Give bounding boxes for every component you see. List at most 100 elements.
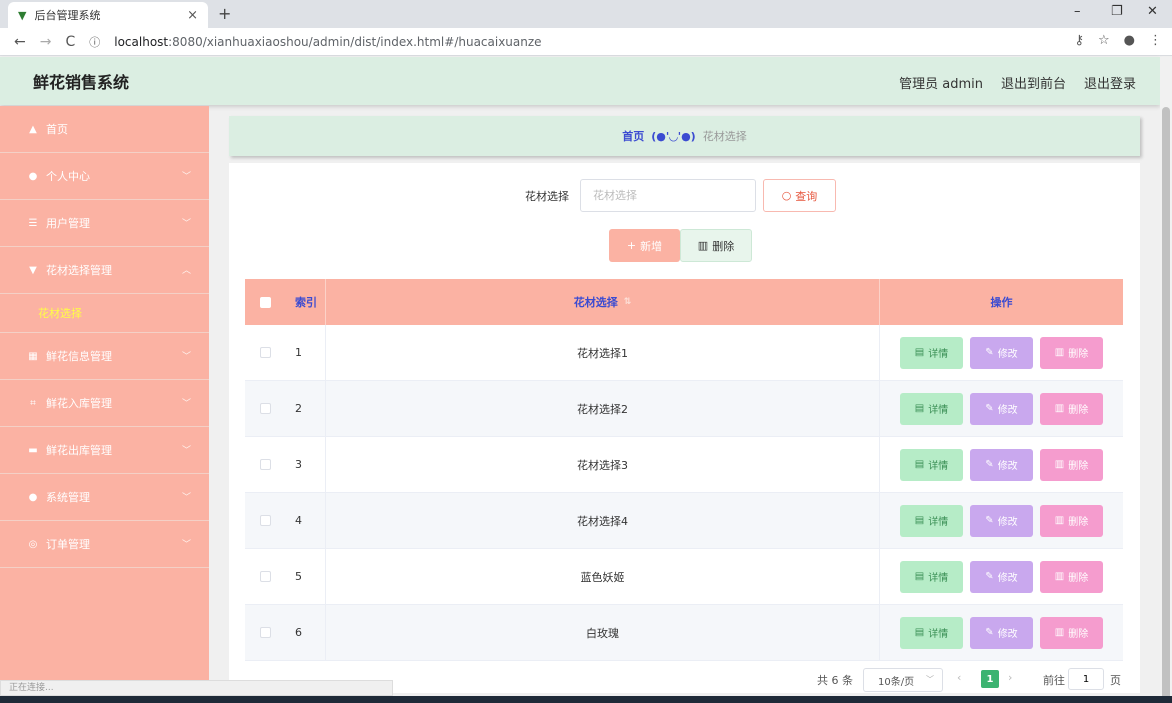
sidebar-subitem-material[interactable]: 花材选择 xyxy=(0,294,209,333)
row-checkbox[interactable] xyxy=(259,347,271,358)
detail-button[interactable]: ▤ 详情 xyxy=(900,616,963,649)
search-button[interactable]: ○ 查询 xyxy=(763,179,836,212)
detail-button[interactable]: ▤ 详情 xyxy=(900,448,963,481)
sidebar-item-system[interactable]: ● 系统管理 ﹀ xyxy=(0,474,209,521)
address-bar: ← → C ⓘ localhost:8080/xianhuaxiaoshou/a… xyxy=(0,28,1172,56)
header-name[interactable]: 花材选择 ⇅ xyxy=(326,279,880,325)
row-checkbox[interactable] xyxy=(259,515,271,526)
browser-tab[interactable]: ▼ 后台管理系统 × xyxy=(8,2,208,28)
close-icon[interactable]: × xyxy=(187,8,198,23)
scroll-thumb[interactable] xyxy=(1162,107,1170,703)
batch-delete-button[interactable]: ▥ 删除 xyxy=(680,229,752,262)
row-checkbox[interactable] xyxy=(259,459,271,470)
add-button[interactable]: + 新增 xyxy=(609,229,680,262)
table-header: 索引 花材选择 ⇅ 操作 xyxy=(245,279,1123,325)
chevron-down-icon: ﹀ xyxy=(181,399,191,409)
pagination-total: 共 6 条 xyxy=(817,674,853,687)
sidebar-item-stock-out[interactable]: ▬ 鲜花出库管理 ﹀ xyxy=(0,427,209,474)
trash-icon: ▥ xyxy=(1054,627,1065,638)
forward-icon[interactable]: → xyxy=(40,34,52,50)
edit-button[interactable]: ✎ 修改 xyxy=(970,392,1033,425)
sidebar-item-orders[interactable]: ◎ 订单管理 ﹀ xyxy=(0,521,209,568)
pencil-icon: ✎ xyxy=(985,571,994,582)
trash-icon: ▥ xyxy=(1054,515,1065,526)
goto-page-input[interactable] xyxy=(1068,668,1104,690)
home-icon: ▲ xyxy=(29,123,37,135)
trash-icon: ▥ xyxy=(1054,571,1065,582)
row-index: 3 xyxy=(285,437,326,492)
delete-button[interactable]: ▥ 删除 xyxy=(1040,392,1103,425)
edit-button[interactable]: ✎ 修改 xyxy=(970,504,1033,537)
sidebar-item-users[interactable]: ☰ 用户管理 ﹀ xyxy=(0,200,209,247)
row-checkbox[interactable] xyxy=(259,571,271,582)
edit-button[interactable]: ✎ 修改 xyxy=(970,560,1033,593)
detail-button[interactable]: ▤ 详情 xyxy=(900,336,963,369)
doc-icon: ▤ xyxy=(914,571,925,582)
sidebar-item-home[interactable]: ▲ 首页 xyxy=(0,106,209,153)
sidebar: ▲ 首页 ● 个人中心 ﹀ ☰ 用户管理 ﹀ ▼ 花材选择管理 ︿ 花材选择 ▦… xyxy=(0,106,209,703)
reload-icon[interactable]: C xyxy=(65,34,75,50)
pencil-icon: ✎ xyxy=(985,515,994,526)
new-tab-icon[interactable]: + xyxy=(218,4,231,23)
edit-button[interactable]: ✎ 修改 xyxy=(970,448,1033,481)
tab-title: 后台管理系统 xyxy=(34,9,101,22)
menu-dots-icon[interactable]: ⋮ xyxy=(1149,33,1162,48)
delete-button[interactable]: ▥ 删除 xyxy=(1040,336,1103,369)
chevron-down-icon: ﹀ xyxy=(181,352,191,362)
url-field[interactable]: localhost:8080/xianhuaxiaoshou/admin/dis… xyxy=(114,35,541,49)
sidebar-item-profile[interactable]: ● 个人中心 ﹀ xyxy=(0,153,209,200)
pencil-icon: ✎ xyxy=(985,459,994,470)
exit-to-front-link[interactable]: 退出到前台 xyxy=(1001,73,1066,92)
vue-logo-icon: ▼ xyxy=(18,8,27,22)
current-page[interactable]: 1 xyxy=(981,670,999,688)
breadcrumb-home[interactable]: 首页 xyxy=(622,128,644,144)
delete-button[interactable]: ▥ 删除 xyxy=(1040,616,1103,649)
page-size-select[interactable]: 10条/页 ﹀ xyxy=(863,668,943,692)
pencil-icon: ✎ xyxy=(985,403,994,414)
minimize-icon[interactable]: – xyxy=(1074,4,1081,19)
row-checkbox[interactable] xyxy=(259,627,271,638)
search-input[interactable] xyxy=(580,179,756,212)
restore-icon[interactable]: ❐ xyxy=(1111,4,1123,19)
info-icon[interactable]: ⓘ xyxy=(89,34,100,50)
detail-button[interactable]: ▤ 详情 xyxy=(900,392,963,425)
row-index: 5 xyxy=(285,549,326,604)
grid-icon: ▦ xyxy=(28,350,38,362)
browser-tabbar: ▼ 后台管理系统 × + – ❐ ✕ xyxy=(0,0,1172,28)
window-close-icon[interactable]: ✕ xyxy=(1147,4,1158,19)
delete-button[interactable]: ▥ 删除 xyxy=(1040,560,1103,593)
pencil-icon: ✎ xyxy=(985,627,994,638)
chevron-up-icon: ︿ xyxy=(181,266,191,276)
detail-button[interactable]: ▤ 详情 xyxy=(900,504,963,537)
table-row: 2 花材选择2 ▤ 详情 ✎ 修改 ▥ 删除 xyxy=(245,381,1123,437)
taskbar xyxy=(0,696,1172,703)
row-index: 4 xyxy=(285,493,326,548)
detail-button[interactable]: ▤ 详情 xyxy=(900,560,963,593)
search-label: 花材选择 xyxy=(525,190,569,203)
scrollbar[interactable] xyxy=(1160,57,1172,703)
sidebar-item-material[interactable]: ▼ 花材选择管理 ︿ xyxy=(0,247,209,294)
user-icon: ● xyxy=(28,170,38,182)
prev-page-icon[interactable]: ‹ xyxy=(957,671,961,684)
edit-button[interactable]: ✎ 修改 xyxy=(970,616,1033,649)
key-icon[interactable]: ⚷ xyxy=(1074,33,1084,48)
delete-button[interactable]: ▥ 删除 xyxy=(1040,504,1103,537)
logout-link[interactable]: 退出登录 xyxy=(1084,73,1136,92)
star-icon[interactable]: ☆ xyxy=(1098,33,1110,48)
account-icon[interactable]: ● xyxy=(1124,33,1135,48)
sidebar-item-flower-info[interactable]: ▦ 鲜花信息管理 ﹀ xyxy=(0,333,209,380)
select-all-checkbox[interactable] xyxy=(259,296,271,308)
sidebar-item-stock-in[interactable]: ⌗ 鲜花入库管理 ﹀ xyxy=(0,380,209,427)
doc-icon: ▤ xyxy=(914,347,925,358)
row-checkbox[interactable] xyxy=(259,403,271,414)
breadcrumb: 首页 (●'◡'●) 花材选择 xyxy=(229,116,1140,156)
edit-button[interactable]: ✎ 修改 xyxy=(970,336,1033,369)
row-index: 1 xyxy=(285,325,326,380)
next-page-icon[interactable]: › xyxy=(1008,671,1012,684)
back-icon[interactable]: ← xyxy=(14,34,26,50)
sort-icon[interactable]: ⇅ xyxy=(624,297,632,307)
delete-button[interactable]: ▥ 删除 xyxy=(1040,448,1103,481)
row-name: 花材选择2 xyxy=(326,381,880,436)
content-panel: 花材选择 ○ 查询 + 新增 ▥ 删除 索引 花材选择⇅ 操作 1 花材选择1 xyxy=(229,163,1140,693)
bulb-icon: ● xyxy=(28,491,38,503)
